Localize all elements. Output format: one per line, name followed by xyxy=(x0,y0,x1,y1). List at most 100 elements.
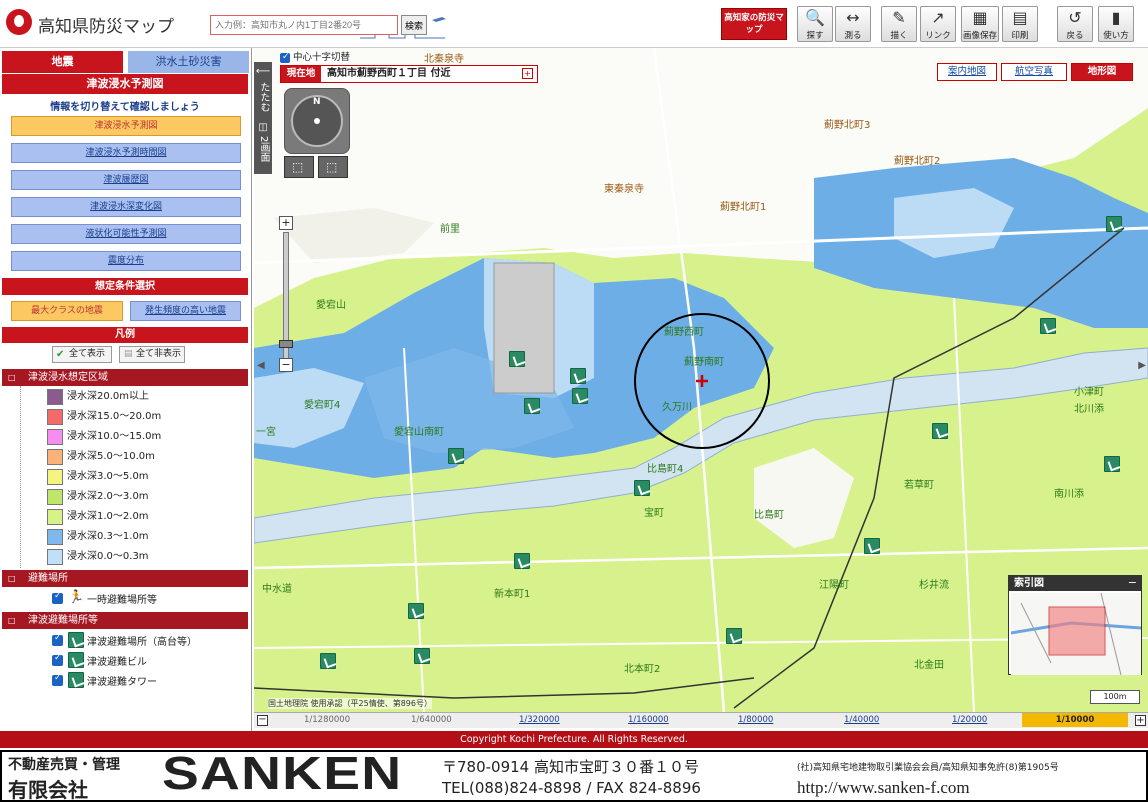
printer-icon: ▤ xyxy=(1012,8,1028,27)
map-evac-pin[interactable] xyxy=(414,648,430,664)
group-tsunami-area[interactable]: 津波浸水想定区域 xyxy=(2,369,248,386)
fold-panel-button[interactable]: ⟵ たたむ ◫ 2画面 xyxy=(254,62,272,174)
minimize-icon[interactable]: − xyxy=(1128,576,1137,589)
box-zoom-in-button[interactable]: ⬚ xyxy=(284,156,314,178)
scale-option[interactable]: 1/80000 xyxy=(738,715,773,725)
map-place-label: 一宮 xyxy=(256,427,276,438)
map-evac-pin[interactable] xyxy=(514,553,530,569)
pan-right-arrow-icon[interactable]: ▶ xyxy=(1138,360,1146,371)
header: 高知県防災マップ 検索 高知家の防災マップ 🔍 探す ↔ 測る ✎ 描く ↗ リンク ▦… xyxy=(0,0,1148,48)
app-title: 高知県防災マップ xyxy=(38,17,174,37)
scale-plus-button[interactable]: + xyxy=(1135,715,1146,726)
map-evac-pin[interactable] xyxy=(524,398,540,414)
map-evac-pin[interactable] xyxy=(634,480,650,496)
help-tool-button[interactable]: ▮ 使い方 xyxy=(1098,6,1134,42)
basemap-aerial-button[interactable]: 航空写真 xyxy=(1001,63,1067,81)
compass-center-icon xyxy=(314,118,320,124)
address-search-input[interactable] xyxy=(210,15,398,35)
ad-url[interactable]: http://www.sanken-f.com xyxy=(797,778,970,798)
map-evac-pin[interactable] xyxy=(448,448,464,464)
basemap-guide-button[interactable]: 案内地図 xyxy=(937,63,997,81)
save-image-tool-button[interactable]: ▦ 画像保存 xyxy=(961,6,999,42)
max-class-quake-button[interactable]: 最大クラスの地震 xyxy=(11,301,123,321)
depth-label: 浸水深20.0m以上 xyxy=(67,391,150,402)
depth-label: 浸水深0.3～1.0m xyxy=(67,531,149,542)
box-zoom-out-button[interactable]: ⬚ xyxy=(318,156,348,178)
search-button[interactable]: 検索 xyxy=(401,15,427,35)
center-cross-checkbox[interactable] xyxy=(280,51,290,63)
map-source-note: 国土地理院 使用承認（平25情使、第896号） xyxy=(268,698,432,709)
measure-tool-button[interactable]: ↔ 測る xyxy=(835,6,871,42)
map-place-label: 久万川 xyxy=(662,402,692,413)
zoom-out-button[interactable]: − xyxy=(279,358,293,372)
group-evacuation-site[interactable]: 避難場所 xyxy=(2,570,248,587)
tab-earthquake[interactable]: 地震 xyxy=(2,51,123,73)
depth-label: 浸水深0.0～0.3m xyxy=(67,551,149,562)
view-depth-change-button[interactable]: 津波浸水深変化図 xyxy=(11,197,241,217)
view-tsunami-map-button[interactable]: 津波浸水予測図 xyxy=(11,116,241,136)
scale-option[interactable]: 1/160000 xyxy=(628,715,669,725)
scale-option[interactable]: 1/1280000 xyxy=(304,715,350,725)
view-liquefaction-button[interactable]: 液状化可能性予測図 xyxy=(11,224,241,244)
map-evac-pin[interactable] xyxy=(932,423,948,439)
center-cross-toggle[interactable]: 中心十字切替 xyxy=(280,51,351,64)
measure-icon: ↔ xyxy=(846,8,860,27)
map-place-label: 薊野北町2 xyxy=(894,156,941,167)
draw-tool-button[interactable]: ✎ 描く xyxy=(881,6,917,42)
index-map-canvas xyxy=(1011,593,1141,675)
tab-flood-landslide[interactable]: 洪水土砂災害 xyxy=(128,51,249,73)
map-evac-pin[interactable] xyxy=(320,653,336,669)
view-inundation-time-button[interactable]: 津波浸水予測時間図 xyxy=(11,143,241,163)
group-tsunami-evacuation[interactable]: 津波避難場所等 xyxy=(2,612,248,629)
map-evac-pin[interactable] xyxy=(408,603,424,619)
scale-minus-button[interactable]: − xyxy=(257,715,268,726)
scale-option[interactable]: 1/640000 xyxy=(411,715,452,725)
view-tsunami-history-button[interactable]: 津波履歴図 xyxy=(11,170,241,190)
scale-option[interactable]: 1/40000 xyxy=(844,715,879,725)
ad-phone: TEL(088)824-8898 / FAX 824-8896 xyxy=(442,779,701,797)
map-place-label: 薊野北町1 xyxy=(720,202,767,213)
index-map[interactable]: 索引図 − xyxy=(1008,575,1142,675)
zoom-slider-handle[interactable] xyxy=(279,340,293,348)
tsunami-evac-highland-checkbox[interactable] xyxy=(52,633,63,646)
map-view[interactable]: 北秦泉寺 薊野北町3 薊野北町2 薊野北町1 東秦泉寺 薊野西町 薊野南町 前里 愛宕山 愛宕町4… xyxy=(254,48,1148,712)
map-place-label: 北川添 xyxy=(1074,404,1104,415)
map-evac-pin[interactable] xyxy=(572,388,588,404)
target-icon[interactable]: + xyxy=(522,68,533,79)
view-seismic-intensity-button[interactable]: 震度分布 xyxy=(11,251,241,271)
pan-left-arrow-icon[interactable]: ◀ xyxy=(257,360,265,371)
back-tool-button[interactable]: ↺ 戻る xyxy=(1057,6,1093,42)
basemap-terrain-button[interactable]: 地形図 xyxy=(1071,63,1133,81)
map-evac-pin[interactable] xyxy=(1040,318,1056,334)
map-evac-pin[interactable] xyxy=(570,368,586,384)
hide-all-button[interactable]: ▤ 全て非表示 xyxy=(119,346,185,363)
zoom-in-button[interactable]: + xyxy=(279,216,293,230)
map-evac-pin[interactable] xyxy=(1104,456,1120,472)
tsunami-evac-tower-checkbox[interactable] xyxy=(52,673,63,686)
map-evac-pin[interactable] xyxy=(864,538,880,554)
print-tool-button[interactable]: ▤ 印刷 xyxy=(1002,6,1038,42)
map-evac-pin[interactable] xyxy=(509,351,525,367)
group-label: 津波浸水想定区域 xyxy=(28,372,108,383)
tsunami-evac-building-checkbox[interactable] xyxy=(52,653,63,666)
evac-site-checkbox[interactable] xyxy=(52,591,63,604)
show-all-button[interactable]: ✔ 全て表示 xyxy=(52,346,112,363)
link-tool-button[interactable]: ↗ リンク xyxy=(920,6,956,42)
map-place-label: 中水道 xyxy=(262,584,292,595)
scale-option[interactable]: 1/320000 xyxy=(519,715,560,725)
tool-label: リンク xyxy=(925,31,951,41)
pan-compass[interactable]: N xyxy=(284,88,350,154)
kochi-bousai-map-button[interactable]: 高知家の防災マップ xyxy=(721,8,787,40)
find-tool-button[interactable]: 🔍 探す xyxy=(797,6,833,42)
arrow-left-icon: ⟵ xyxy=(255,66,271,77)
map-evac-pin[interactable] xyxy=(1106,216,1122,232)
ad-line1: 不動産売買・管理 xyxy=(8,757,120,773)
evac-site-label: 一時避難場所等 xyxy=(87,595,157,606)
map-evac-pin[interactable] xyxy=(726,628,742,644)
scale-option[interactable]: 1/20000 xyxy=(952,715,987,725)
ad-banner[interactable]: 不動産売買・管理 有限会社 SANKEN 〒780-0914 高知市宝町３０番１… xyxy=(0,747,1148,802)
scale-option-active[interactable]: 1/10000 xyxy=(1022,713,1128,727)
depth-label: 浸水深1.0～2.0m xyxy=(67,511,149,522)
split-label: 2画面 xyxy=(258,136,269,163)
frequent-quake-button[interactable]: 発生頻度の高い地震 xyxy=(130,301,241,321)
